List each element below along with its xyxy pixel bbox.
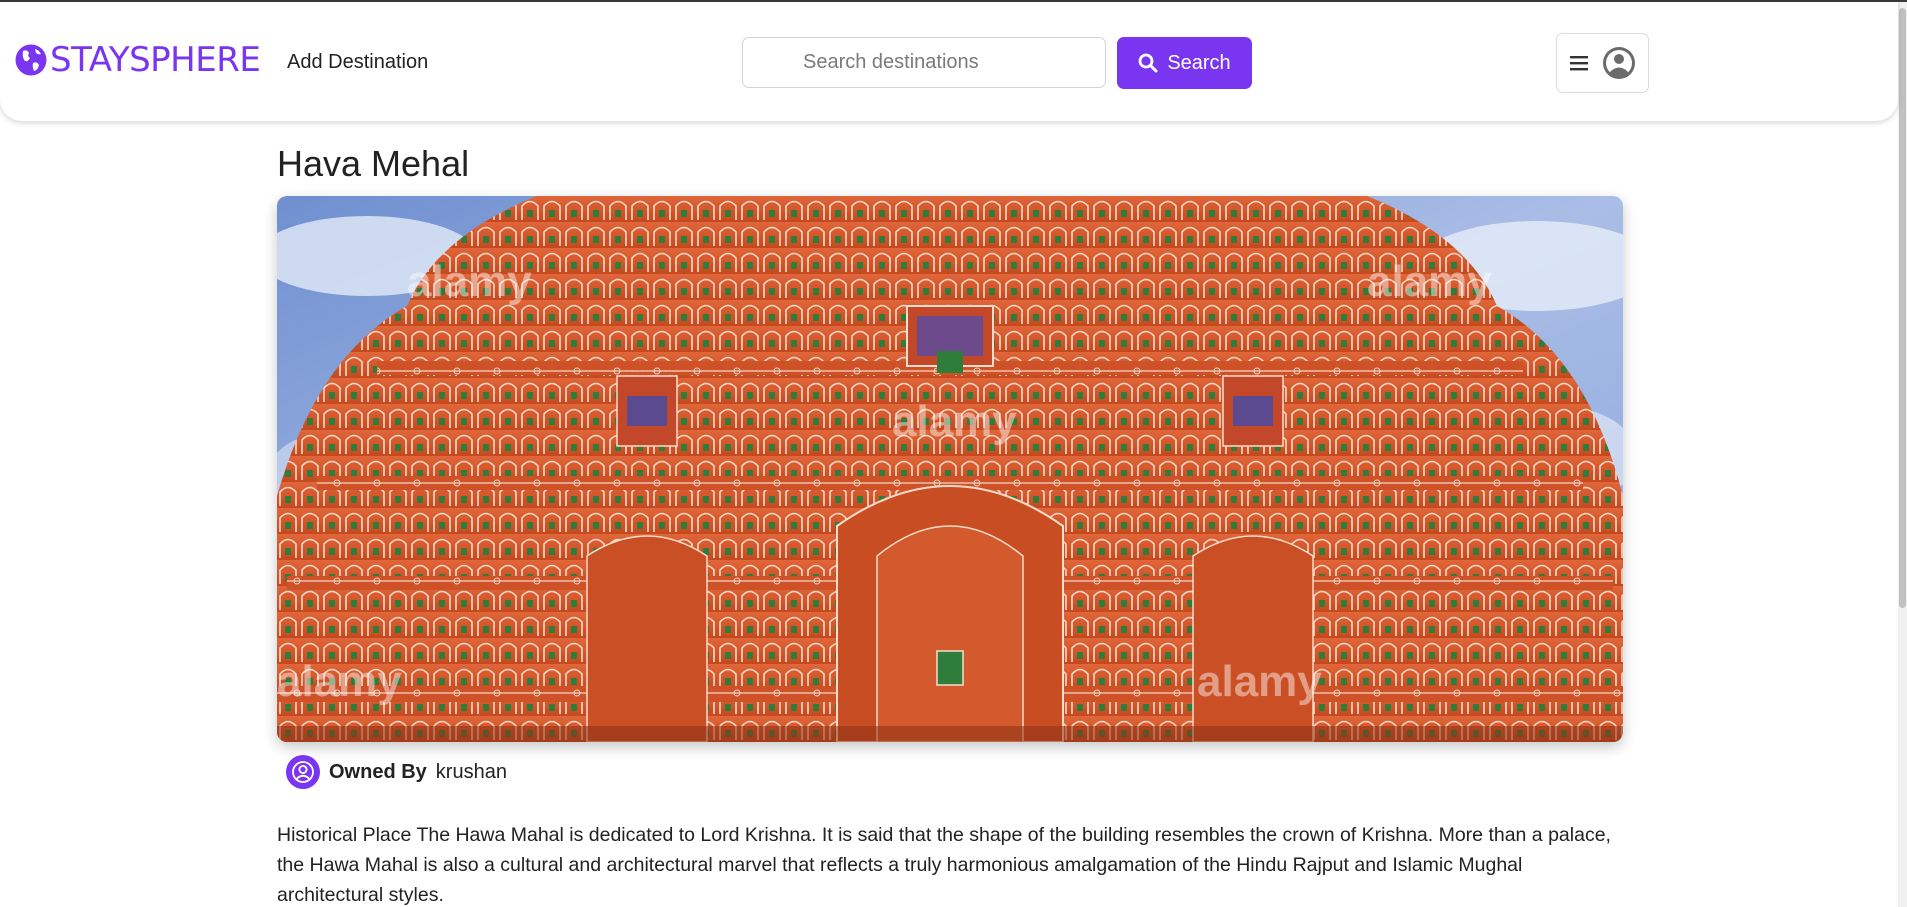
- image-watermark: alamy: [1367, 257, 1492, 306]
- brand-name: STAYSPHERE: [50, 40, 261, 80]
- search-button-label: Search: [1167, 51, 1231, 74]
- owner-label: Owned By: [329, 760, 427, 783]
- search-icon: [1138, 53, 1158, 73]
- image-watermark: alamy: [892, 397, 1017, 446]
- user-circle-icon: [1602, 47, 1635, 79]
- image-watermark: alamy: [277, 657, 402, 706]
- image-watermark: alamy: [407, 257, 532, 306]
- search-button[interactable]: Search: [1117, 37, 1252, 89]
- image-watermark: alamy: [1197, 657, 1322, 706]
- owner-name: krushan: [435, 760, 507, 783]
- listing-description: Historical Place The Hawa Mahal is dedic…: [277, 824, 1611, 906]
- add-destination-link[interactable]: Add Destination: [287, 51, 428, 74]
- scrollbar-thumb[interactable]: [1899, 8, 1906, 608]
- brand-logo-link[interactable]: STAYSPHERE: [14, 40, 261, 80]
- owner-info: Owned By krushan: [286, 753, 507, 791]
- page-scrollbar[interactable]: [1898, 2, 1907, 907]
- globe-icon: [15, 44, 47, 76]
- listing-image: alamy alamy alamy alamy alamy: [277, 196, 1623, 742]
- top-navbar: STAYSPHERE Add Destination Search: [0, 2, 1898, 121]
- search-input[interactable]: [742, 37, 1106, 88]
- user-circle-icon: [286, 755, 320, 789]
- user-menu-button[interactable]: [1556, 33, 1649, 93]
- listing-title: Hava Mehal: [277, 143, 470, 184]
- hamburger-icon: [1569, 56, 1588, 71]
